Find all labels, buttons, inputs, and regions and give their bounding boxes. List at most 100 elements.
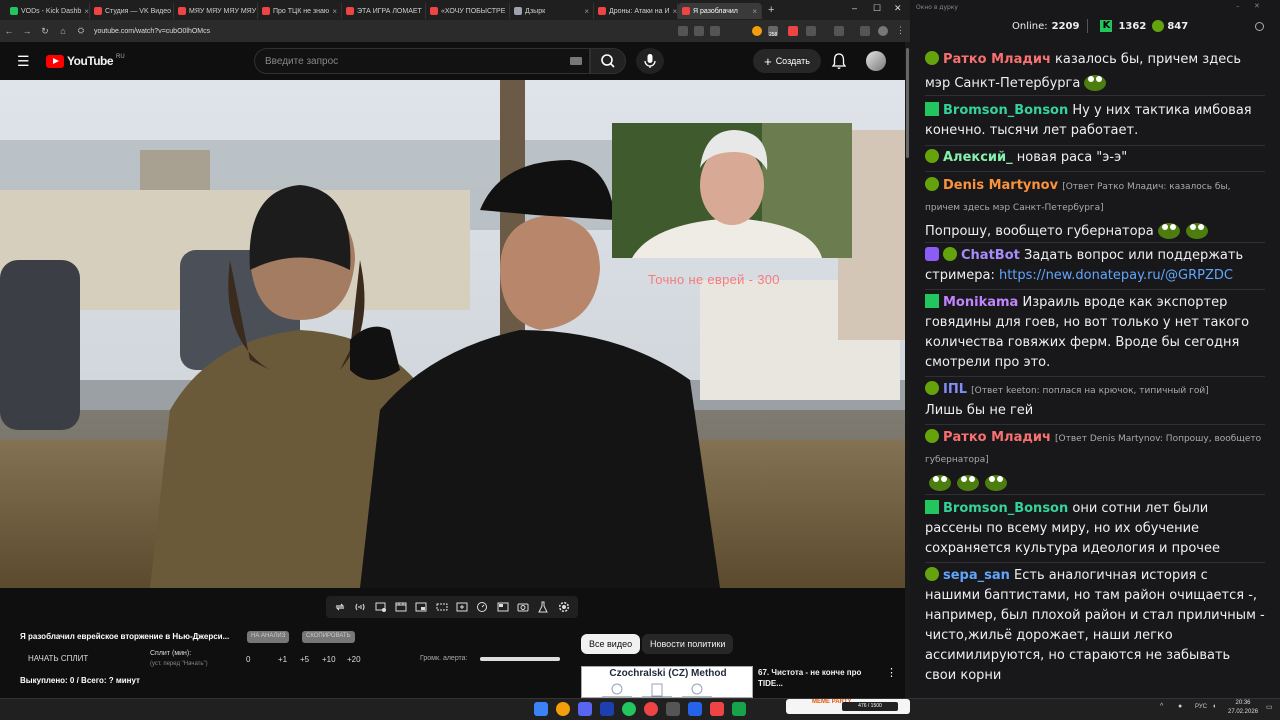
chat-nick[interactable]: Bromson_Bonson: [943, 501, 1068, 516]
chat-nick[interactable]: IПL: [943, 382, 967, 397]
start-split-button[interactable]: НАЧАТЬ СПЛИТ: [28, 654, 88, 663]
speed-gauge-icon[interactable]: [475, 600, 489, 614]
search-button[interactable]: [590, 48, 626, 74]
chat-nick[interactable]: sepa_san: [943, 568, 1010, 583]
forward-icon[interactable]: →: [18, 26, 36, 36]
reload-icon[interactable]: ↻: [36, 26, 54, 37]
split-plus10-button[interactable]: +10: [322, 655, 336, 664]
tray-chevron-icon[interactable]: ^: [1160, 703, 1163, 710]
steam-icon[interactable]: [600, 702, 614, 716]
extensions-puzzle-icon[interactable]: [806, 26, 816, 36]
recommended-video-title[interactable]: 67. Чистота - не конче про TIDE...: [758, 667, 878, 689]
keyboard-language[interactable]: РУС: [1195, 704, 1207, 710]
minimize-icon[interactable]: –: [852, 3, 857, 13]
chat-nick[interactable]: Denis Martynov: [943, 178, 1058, 193]
new-tab-button[interactable]: +: [768, 4, 774, 16]
browser-tab[interactable]: ЭТА ИГРА ЛОМАЕТ×: [342, 3, 426, 19]
chat-nick[interactable]: Monikama: [943, 295, 1018, 310]
filter-chip-policy-news[interactable]: Новости политики: [642, 634, 734, 654]
maximize-icon[interactable]: ☐: [873, 3, 881, 14]
downloads-icon[interactable]: [834, 26, 844, 36]
close-icon[interactable]: ×: [673, 7, 677, 16]
flask-icon[interactable]: [536, 600, 550, 614]
close-icon[interactable]: ✕: [1254, 2, 1260, 10]
split-plus1-button[interactable]: +1: [278, 655, 287, 664]
notifications-bell-icon[interactable]: [831, 52, 847, 70]
gear-icon[interactable]: [557, 600, 571, 614]
chat-nick[interactable]: Ратко Младич: [943, 430, 1051, 445]
browser-tab[interactable]: «ХОЧУ ПОБЫСТРЕ×: [426, 3, 510, 19]
microphone-tray-icon[interactable]: ●: [1178, 703, 1182, 710]
clock[interactable]: 20:36 27.02.2026: [1228, 699, 1258, 717]
screenshot-settings-icon[interactable]: [374, 600, 388, 614]
browser-tab[interactable]: Про ТЦК не знаю ×: [258, 3, 342, 19]
add-frame-icon[interactable]: [455, 600, 469, 614]
discord-icon[interactable]: [578, 702, 592, 716]
search-input[interactable]: Введите запрос: [254, 48, 590, 74]
voice-search-button[interactable]: [636, 48, 664, 74]
extension-icon[interactable]: [752, 26, 762, 36]
zoom-icon[interactable]: [678, 26, 688, 36]
url-field[interactable]: youtube.com/watch?v=cubO0lhOMcs: [94, 28, 210, 35]
browser-tab[interactable]: Дроны: Атаки на И ×: [594, 3, 678, 19]
audio-waves-icon[interactable]: [353, 600, 367, 614]
close-icon[interactable]: ×: [584, 7, 589, 16]
app-icon[interactable]: [688, 702, 702, 716]
close-window-icon[interactable]: ✕: [894, 3, 902, 14]
extension-icon[interactable]: [788, 26, 798, 36]
back-icon[interactable]: ←: [0, 26, 18, 36]
close-icon[interactable]: ×: [752, 7, 757, 16]
hamburger-menu-icon[interactable]: ☰: [17, 53, 30, 70]
app-icon[interactable]: [710, 702, 724, 716]
split-plus20-button[interactable]: +20: [347, 655, 361, 664]
browser-tab[interactable]: Студия — VK Видео×: [90, 3, 174, 19]
close-icon[interactable]: ×: [332, 7, 337, 16]
settings-icon[interactable]: [1255, 21, 1264, 31]
close-icon[interactable]: ×: [84, 7, 89, 16]
create-button[interactable]: + Создать: [753, 49, 821, 73]
more-options-icon[interactable]: ⋮: [886, 666, 897, 679]
loop-icon[interactable]: [333, 600, 347, 614]
chat-nick[interactable]: Bromson_Bonson: [943, 103, 1068, 118]
minimize-icon[interactable]: –: [1236, 2, 1240, 10]
camera-icon[interactable]: [516, 600, 530, 614]
site-info-icon[interactable]: ⛭: [72, 26, 90, 36]
keyboard-icon[interactable]: [570, 57, 582, 65]
bookmark-star-icon[interactable]: [710, 26, 720, 36]
chrome-icon[interactable]: [556, 702, 570, 716]
avatar[interactable]: [866, 51, 886, 71]
browser-tab[interactable]: Дзырк ×: [510, 3, 594, 19]
app-icon[interactable]: [644, 702, 658, 716]
browser-tab[interactable]: МЯУ МЯУ МЯУ МЯУ×: [174, 3, 258, 19]
home-icon[interactable]: ⌂: [54, 26, 72, 36]
app-icon[interactable]: [732, 702, 746, 716]
profile-icon[interactable]: [878, 26, 888, 36]
recommended-video-thumbnail[interactable]: Czochralski (CZ) Method: [581, 666, 753, 698]
alert-volume-slider[interactable]: [480, 657, 560, 661]
cast-icon[interactable]: [694, 26, 704, 36]
donate-link[interactable]: https://new.donatepay.ru/@GRPZDC: [999, 268, 1233, 283]
browser-tab[interactable]: VODs - Kick Dashb ×: [6, 3, 90, 19]
meme-party-widget[interactable]: MEME PARTY 476 / 1500: [786, 699, 910, 714]
app-icon[interactable]: [666, 702, 680, 716]
spotify-icon[interactable]: [622, 702, 636, 716]
chat-nick[interactable]: Ратко Младич: [943, 52, 1051, 67]
sidebar-icon[interactable]: [860, 26, 870, 36]
chat-nick[interactable]: ChatBot: [961, 248, 1020, 263]
chat-nick[interactable]: Алексий_: [943, 150, 1013, 165]
notification-icon[interactable]: ▭: [1266, 703, 1273, 711]
film-icon[interactable]: [394, 600, 408, 614]
mini-player-icon[interactable]: [496, 600, 510, 614]
menu-dots-icon[interactable]: ⋮: [896, 25, 905, 36]
windows-start-icon[interactable]: [534, 702, 548, 716]
copy-chip[interactable]: СКОПИРОВАТЬ: [302, 631, 355, 643]
browser-tab-active[interactable]: Я разоблачил ×: [678, 3, 762, 19]
split-plus5-button[interactable]: +5: [300, 655, 309, 664]
pip-icon[interactable]: [414, 600, 428, 614]
cinema-mode-icon[interactable]: [435, 600, 449, 614]
volume-icon[interactable]: ◖: [1212, 703, 1216, 710]
youtube-logo[interactable]: YouTube RU: [46, 54, 125, 68]
clock-time: 20:36: [1235, 700, 1251, 706]
analyze-chip[interactable]: НА АНАЛИЗ: [247, 631, 290, 643]
filter-chip-all-videos[interactable]: Все видео: [581, 634, 641, 654]
